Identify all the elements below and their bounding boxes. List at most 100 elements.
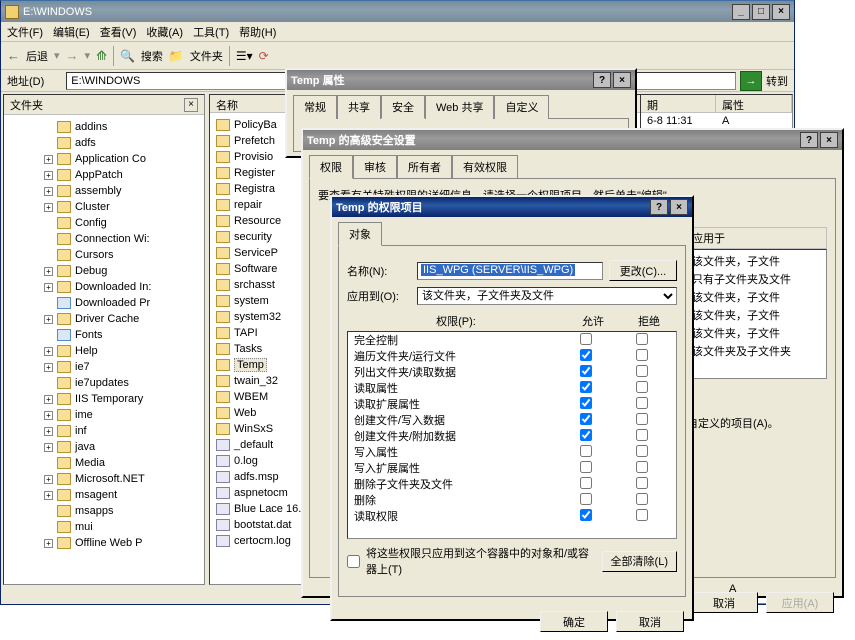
tree-item[interactable]: +ime — [4, 407, 204, 423]
menu-item[interactable]: 工具(T) — [193, 24, 229, 40]
applies-item[interactable]: 该文件夹及子文件夹 — [690, 342, 824, 360]
advanced-tabs[interactable]: 权限审核所有者有效权限 — [303, 150, 842, 178]
allow-checkbox[interactable] — [580, 429, 592, 441]
name-input[interactable]: IIS_WPG (SERVER\IIS_WPG) — [417, 262, 603, 280]
forward-icon[interactable]: → — [66, 48, 79, 63]
tree-item[interactable]: +IIS Temporary — [4, 391, 204, 407]
tree-item[interactable]: msapps — [4, 503, 204, 519]
tree-item[interactable]: +Help — [4, 343, 204, 359]
tree-item[interactable]: +msagent — [4, 487, 204, 503]
applies-item[interactable]: 该文件夹，子文件 — [690, 288, 824, 306]
help-button[interactable]: ? — [800, 132, 818, 148]
tree-item[interactable]: +Microsoft.NET — [4, 471, 204, 487]
tree-item[interactable]: Cursors — [4, 247, 204, 263]
tree-item[interactable]: +Application Co — [4, 151, 204, 167]
deny-checkbox[interactable] — [636, 333, 648, 345]
tree-item[interactable]: +Offline Web P — [4, 535, 204, 551]
close-button[interactable]: × — [820, 132, 838, 148]
tree-item[interactable]: +java — [4, 439, 204, 455]
tab-0[interactable]: 权限 — [309, 155, 353, 179]
tree-item[interactable]: adfs — [4, 135, 204, 151]
deny-checkbox[interactable] — [636, 445, 648, 457]
tree-item[interactable]: +Driver Cache — [4, 311, 204, 327]
folders-button[interactable]: 文件夹 — [190, 48, 223, 64]
applies-item[interactable]: 只有子文件夹及文件 — [690, 270, 824, 288]
tree-item[interactable]: Downloaded Pr — [4, 295, 204, 311]
properties-tabs[interactable]: 常规共享安全Web 共享自定义 — [287, 90, 635, 118]
minimize-button[interactable]: _ — [732, 4, 750, 20]
allow-checkbox[interactable] — [580, 493, 592, 505]
help-button[interactable]: ? — [650, 199, 668, 215]
menu-item[interactable]: 编辑(E) — [53, 24, 90, 40]
tree-item[interactable]: +Downloaded In: — [4, 279, 204, 295]
tree-item[interactable]: +ie7 — [4, 359, 204, 375]
deny-checkbox[interactable] — [636, 413, 648, 425]
tab-object[interactable]: 对象 — [338, 222, 382, 246]
tab-3[interactable]: Web 共享 — [425, 95, 494, 119]
menu-item[interactable]: 收藏(A) — [146, 24, 183, 40]
deny-checkbox[interactable] — [636, 493, 648, 505]
allow-checkbox[interactable] — [580, 477, 592, 489]
deny-checkbox[interactable] — [636, 349, 648, 361]
back-button[interactable]: 后退 — [26, 48, 48, 64]
allow-checkbox[interactable] — [580, 461, 592, 473]
tab-1[interactable]: 共享 — [337, 95, 381, 119]
menu-item[interactable]: 帮助(H) — [239, 24, 276, 40]
allow-checkbox[interactable] — [580, 381, 592, 393]
folders-icon[interactable]: 📁 — [169, 49, 184, 63]
close-button[interactable]: × — [670, 199, 688, 215]
properties-titlebar[interactable]: Temp 属性 ? × — [287, 70, 635, 90]
search-button[interactable]: 搜索 — [141, 48, 163, 64]
tree-item[interactable]: +Debug — [4, 263, 204, 279]
applyto-select[interactable]: 该文件夹，子文件夹及文件 — [417, 287, 677, 305]
applies-list[interactable]: 该文件夹，子文件只有子文件夹及文件该文件夹，子文件该文件夹，子文件该文件夹，子文… — [687, 249, 827, 379]
deny-checkbox[interactable] — [636, 509, 648, 521]
allow-checkbox[interactable] — [580, 349, 592, 361]
deny-checkbox[interactable] — [636, 397, 648, 409]
folder-tree[interactable]: addinsadfs+Application Co+AppPatch+assem… — [4, 115, 204, 566]
menu-item[interactable]: 查看(V) — [100, 24, 137, 40]
back-icon[interactable]: ← — [7, 48, 20, 63]
tree-item[interactable]: Config — [4, 215, 204, 231]
tree-item[interactable]: ie7updates — [4, 375, 204, 391]
tree-item[interactable]: +Cluster — [4, 199, 204, 215]
tree-item[interactable]: mui — [4, 519, 204, 535]
explorer-titlebar[interactable]: E:\WINDOWS _ □ × — [1, 1, 794, 22]
allow-checkbox[interactable] — [580, 333, 592, 345]
tree-item[interactable]: addins — [4, 119, 204, 135]
applies-item[interactable]: 该文件夹，子文件 — [690, 252, 824, 270]
change-button[interactable]: 更改(C)... — [609, 260, 677, 281]
column-date[interactable]: 期 — [641, 95, 716, 112]
go-button[interactable]: → — [740, 71, 762, 91]
menu-item[interactable]: 文件(F) — [7, 24, 43, 40]
deny-checkbox[interactable] — [636, 381, 648, 393]
search-icon[interactable]: 🔍 — [120, 49, 135, 63]
tab-4[interactable]: 自定义 — [494, 95, 549, 119]
help-button[interactable]: ? — [593, 72, 611, 88]
close-button[interactable]: × — [613, 72, 631, 88]
up-icon[interactable]: ⟰ — [96, 48, 107, 64]
allow-checkbox[interactable] — [580, 397, 592, 409]
tab-3[interactable]: 有效权限 — [452, 155, 518, 179]
close-pane-button[interactable]: × — [184, 98, 198, 112]
tree-item[interactable]: +assembly — [4, 183, 204, 199]
advanced-titlebar[interactable]: Temp 的高级安全设置 ? × — [303, 130, 842, 150]
tab-0[interactable]: 常规 — [293, 95, 337, 119]
deny-checkbox[interactable] — [636, 365, 648, 377]
applies-item[interactable]: 该文件夹，子文件 — [690, 306, 824, 324]
tab-2[interactable]: 安全 — [381, 95, 425, 119]
allow-checkbox[interactable] — [580, 445, 592, 457]
column-attr[interactable]: 属性 — [716, 95, 792, 112]
tree-item[interactable]: Connection Wi: — [4, 231, 204, 247]
clear-all-button[interactable]: 全部清除(L) — [602, 551, 677, 572]
deny-checkbox[interactable] — [636, 477, 648, 489]
sync-icon[interactable]: ⟳ — [259, 49, 269, 63]
allow-checkbox[interactable] — [580, 365, 592, 377]
apply-button[interactable]: 应用(A) — [766, 592, 834, 613]
applies-item[interactable]: 该文件夹，子文件 — [690, 324, 824, 342]
allow-checkbox[interactable] — [580, 509, 592, 521]
apply-container-checkbox[interactable] — [347, 555, 360, 568]
tree-item[interactable]: +inf — [4, 423, 204, 439]
cancel-button[interactable]: 取消 — [690, 592, 758, 613]
permission-titlebar[interactable]: Temp 的权限项目 ? × — [332, 197, 692, 217]
